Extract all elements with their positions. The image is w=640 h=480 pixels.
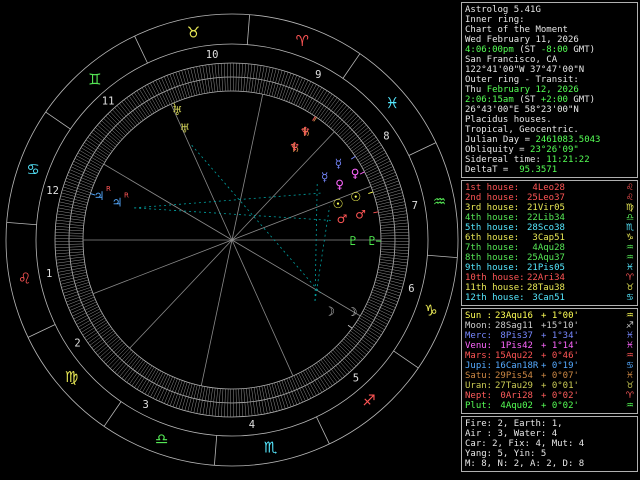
element-tally: Air : 3, Water: 4 (465, 429, 558, 439)
chart-wheel: ♈♉♊♋♌♍♎ ♏♐♑♒♓123456789101112☉☉☽ ☽☿☿♀♀♂ ♂♃ R♃… (5, 13, 459, 467)
house-row: 12th house: 3Can51 ♋ (465, 293, 634, 303)
house-row: 3rd house: 21Vir05 ♍ (465, 203, 634, 213)
planet-row: Moon: 28Sag11 +15°10' ♐ (465, 321, 634, 331)
svg-text:10: 10 (206, 49, 219, 61)
svg-text:♅: ♅ (179, 122, 190, 136)
svg-text:9: 9 (315, 69, 321, 81)
svg-text:7: 7 (412, 200, 418, 212)
transit-coordinates: 26°43'00"E 58°23'00"N (465, 105, 579, 115)
svg-text:11: 11 (102, 95, 115, 107)
planet-position-list: Sun :23Aqu16 + 1°00' ♒ Moon: 28Sag11 +15°10' ♐… (461, 308, 638, 414)
planet-row: Merc: 8Pis37 + 1°34' ♓ (465, 331, 634, 341)
svg-text:♎: ♎ (155, 430, 168, 448)
obliquity: Obliquity = 23°26'09" (465, 145, 579, 155)
svg-text:♀: ♀ (351, 166, 360, 180)
natal-location: San Francisco, CA (465, 55, 558, 65)
svg-text:☽: ☽ (347, 305, 358, 319)
house-row: 9th house: 21Pis05 ♓ (465, 263, 634, 273)
svg-text:♊: ♊ (88, 71, 101, 89)
house-system: Placidus houses. (465, 115, 552, 125)
element-tally: M: 8, N: 2, A: 2, D: 8 (465, 459, 585, 469)
chart-name: Chart of the Moment (465, 25, 568, 35)
house-row: 6th house: 3Cap51 ♑ (465, 233, 634, 243)
svg-text:♃: ♃ (112, 195, 123, 209)
house-row: 10th house: 22Ari34 ♈ (465, 273, 634, 283)
svg-text:☉: ☉ (333, 197, 344, 211)
svg-text:☿: ☿ (335, 157, 342, 171)
zodiac-type: Tropical, Geocentric. (465, 125, 579, 135)
element-tally: Fire: 2, Earth: 1, (465, 419, 563, 429)
svg-text:♓: ♓ (386, 94, 399, 112)
svg-text:R: R (106, 185, 111, 193)
svg-text:♑: ♑ (424, 301, 437, 319)
planet-row: Venu: 1Pis42 + 1°14' ♓ (465, 341, 634, 351)
house-row: 2nd house: 25Leo37 ♌ (465, 193, 634, 203)
svg-text:♋: ♋ (26, 161, 39, 179)
svg-text:♃: ♃ (94, 189, 105, 203)
info-panel: Astrolog 5.41G Inner ring: Chart of the … (461, 0, 640, 480)
svg-text:2: 2 (74, 338, 80, 350)
svg-text:♆: ♆ (300, 124, 311, 138)
svg-text:♂: ♂ (337, 212, 348, 226)
svg-text:♌: ♌ (18, 270, 31, 288)
house-row: 4th house: 22Lib34 ♎ (465, 213, 634, 223)
svg-text:1: 1 (46, 268, 52, 280)
svg-text:♇: ♇ (367, 234, 378, 248)
svg-text:♆: ♆ (289, 140, 300, 154)
chart-info-box: Astrolog 5.41G Inner ring: Chart of the … (461, 2, 638, 178)
app-title: Astrolog 5.41G (465, 5, 541, 15)
element-tally-box: Fire: 2, Earth: 1, Air : 3, Water: 4 Car: … (461, 416, 638, 472)
svg-text:8: 8 (383, 130, 389, 142)
svg-text:♇: ♇ (348, 234, 359, 248)
svg-text:♉: ♉ (187, 24, 200, 42)
planet-row: Satu: 29Pis54 + 0°07' ♓ (465, 371, 634, 381)
svg-text:☉: ☉ (350, 190, 361, 204)
svg-text:♒: ♒ (433, 192, 446, 210)
transit-date: Thu February 12, 2026 (465, 85, 579, 95)
house-row: 1st house: 4Leo28 ♌ (465, 183, 634, 193)
svg-text:♂: ♂ (355, 208, 366, 222)
svg-text:♏: ♏ (264, 438, 278, 456)
svg-text:3: 3 (143, 399, 149, 411)
julian-day: Julian Day = 2461083.5043 (465, 135, 601, 145)
house-row: 7th house: 4Aqu28 ♒ (465, 243, 634, 253)
sidereal-time: Sidereal time: 11:21:22 (465, 155, 590, 165)
planet-row: Jupi: 16Can18R + 0°19' ♋ (465, 361, 634, 371)
svg-text:R: R (124, 191, 129, 199)
svg-text:4: 4 (249, 419, 255, 431)
svg-text:12: 12 (46, 185, 59, 197)
planet-row: Plut: 4Aqu02 + 0°02' ♒ (465, 401, 634, 411)
planet-row: Mars: 15Aqu22 + 0°46' ♒ (465, 351, 634, 361)
svg-text:☿: ☿ (321, 170, 328, 184)
inner-ring-label: Inner ring: (465, 15, 525, 25)
house-row: 11th house: 28Tau38 ♉ (465, 283, 634, 293)
natal-coordinates: 122°41'00"W 37°47'00"N (465, 65, 585, 75)
svg-text:♅: ♅ (172, 104, 183, 118)
svg-text:♈: ♈ (296, 32, 309, 50)
element-tally: Yang: 5, Yin: 5 (465, 449, 547, 459)
house-row: 5th house: 28Sco38 ♏ (465, 223, 634, 233)
house-cusp-list: 1st house: 4Leo28 ♌ 2nd house: 25Leo37 ♌ 3rd … (461, 180, 638, 306)
delta-t: DeltaT = 95.3571 (465, 165, 558, 175)
planet-row: Nept: 0Ari28 + 0°02' ♈ (465, 391, 634, 401)
svg-text:♍: ♍ (65, 368, 78, 386)
transit-time: 2:06:15am (ST +2:00 GMT) (465, 95, 596, 105)
natal-time: 4:06:00pm (ST -8:00 GMT) (465, 45, 596, 55)
svg-text:♐: ♐ (362, 391, 375, 409)
outer-ring-label: Outer ring - Transit: (465, 75, 579, 85)
svg-text:☽: ☽ (324, 305, 335, 319)
svg-text:♀: ♀ (335, 178, 344, 192)
planet-row: Sun :23Aqu16 + 1°00' ♒ (465, 311, 634, 321)
svg-text:5: 5 (353, 373, 359, 385)
element-tally: Car: 2, Fix: 4, Mut: 4 (465, 439, 585, 449)
planet-row: Uran: 27Tau29 + 0°01' ♉ (465, 381, 634, 391)
house-row: 8th house: 25Aqu37 ♒ (465, 253, 634, 263)
svg-text:6: 6 (408, 283, 414, 295)
natal-date: Wed February 11, 2026 (465, 35, 579, 45)
